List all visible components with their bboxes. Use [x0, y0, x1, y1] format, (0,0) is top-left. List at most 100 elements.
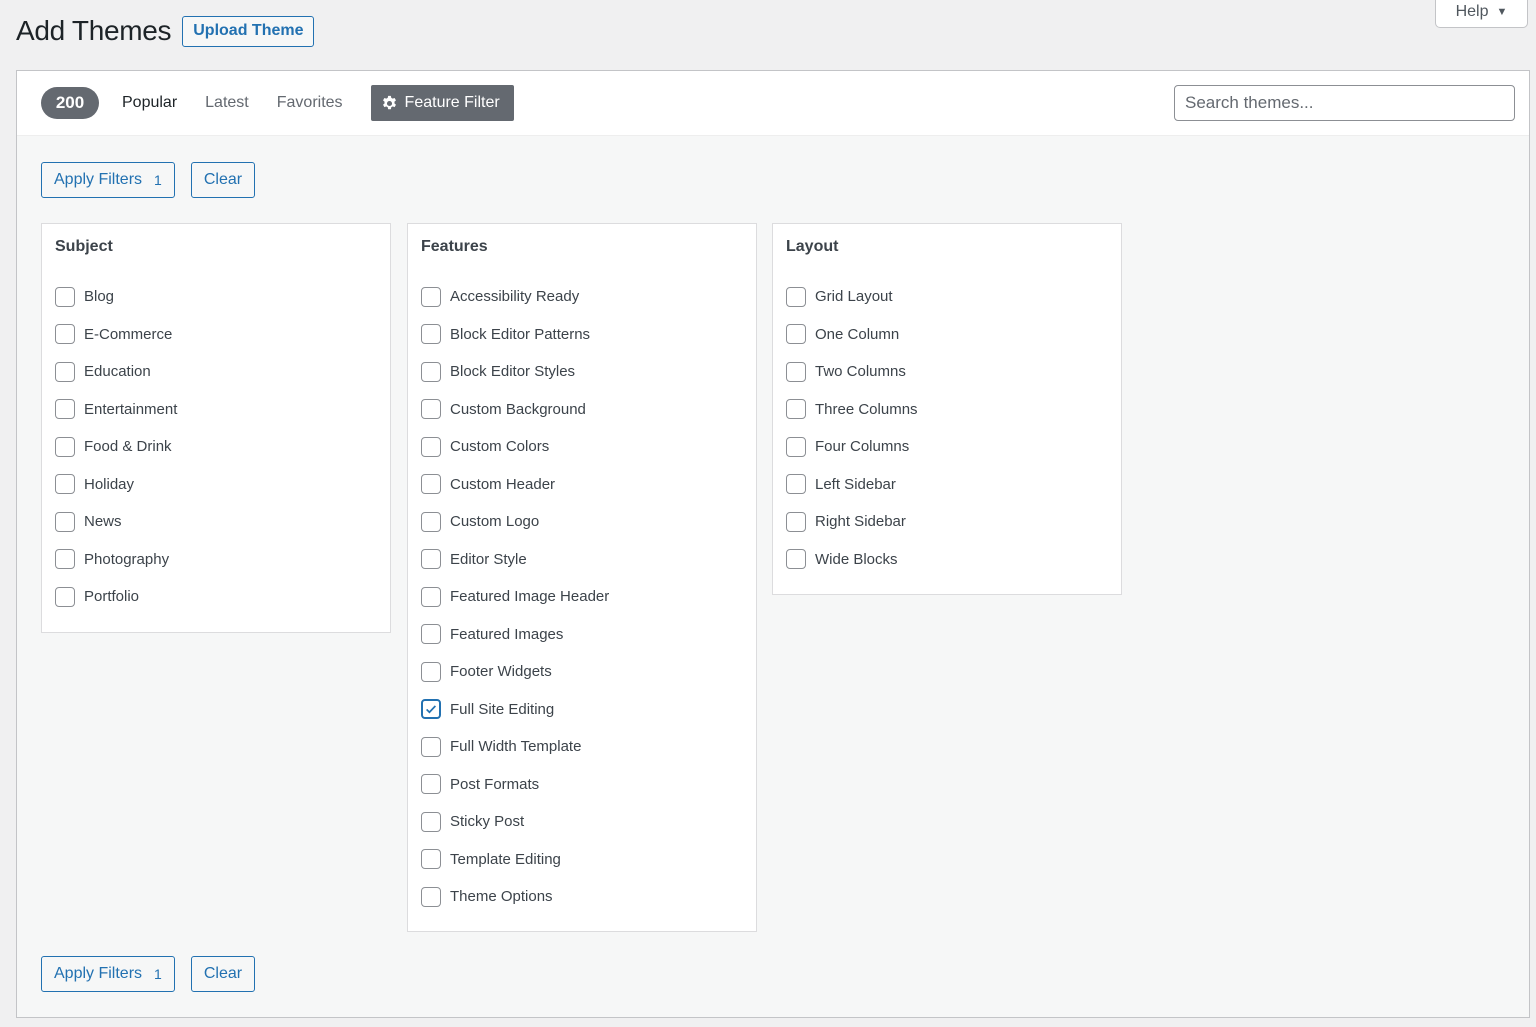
checkbox[interactable] [421, 886, 441, 907]
checkbox[interactable] [786, 549, 806, 570]
checkbox[interactable] [421, 436, 441, 457]
checkbox[interactable] [421, 399, 441, 420]
filter-option-block-editor-styles[interactable]: Block Editor Styles [421, 353, 756, 391]
filter-option-three-columns[interactable]: Three Columns [786, 391, 1121, 429]
filter-bar: 200 Popular Latest Favorites Feature Fil… [17, 71, 1529, 136]
filter-option-entertainment[interactable]: Entertainment [55, 391, 390, 429]
option-label: Two Columns [815, 363, 906, 381]
filter-option-two-columns[interactable]: Two Columns [786, 353, 1121, 391]
filter-option-full-width-template[interactable]: Full Width Template [421, 728, 756, 766]
checkbox[interactable] [786, 361, 806, 382]
option-label: Custom Colors [450, 438, 550, 456]
checkbox[interactable] [786, 436, 806, 457]
filter-option-footer-widgets[interactable]: Footer Widgets [421, 653, 756, 691]
option-label: Four Columns [815, 438, 910, 456]
filter-option-blog[interactable]: Blog [55, 278, 390, 316]
upload-theme-button[interactable]: Upload Theme [182, 15, 315, 47]
filter-option-wide-blocks[interactable]: Wide Blocks [786, 541, 1121, 579]
filter-count: 1 [154, 172, 162, 188]
filter-option-photography[interactable]: Photography [55, 541, 390, 579]
option-label: Food & Drink [84, 438, 172, 456]
option-label: Wide Blocks [815, 550, 898, 568]
checkbox[interactable] [421, 324, 441, 345]
option-label: Blog [84, 288, 115, 306]
checkbox[interactable] [421, 586, 441, 607]
checkbox[interactable] [421, 774, 441, 795]
help-button[interactable]: Help ▼ [1435, 0, 1528, 28]
filter-option-grid-layout[interactable]: Grid Layout [786, 278, 1121, 316]
checkbox[interactable] [55, 586, 75, 607]
checkbox[interactable] [55, 474, 75, 495]
checkbox[interactable] [786, 474, 806, 495]
filter-option-custom-logo[interactable]: Custom Logo [421, 503, 756, 541]
checkbox[interactable] [421, 736, 441, 757]
checkbox[interactable] [786, 511, 806, 532]
option-label: Left Sidebar [815, 475, 896, 493]
filter-option-holiday[interactable]: Holiday [55, 466, 390, 504]
gear-icon [381, 95, 398, 112]
checkbox[interactable] [55, 436, 75, 457]
checkbox[interactable] [55, 286, 75, 307]
option-label: Custom Header [450, 475, 556, 493]
apply-filters-button[interactable]: Apply Filters 1 [41, 956, 175, 992]
option-label: Footer Widgets [450, 663, 552, 681]
checkbox[interactable] [421, 624, 441, 645]
filter-option-custom-header[interactable]: Custom Header [421, 466, 756, 504]
checkbox[interactable] [55, 549, 75, 570]
checkbox[interactable] [421, 549, 441, 570]
checkbox[interactable] [55, 511, 75, 532]
filter-option-one-column[interactable]: One Column [786, 316, 1121, 354]
filter-option-education[interactable]: Education [55, 353, 390, 391]
filter-option-e-commerce[interactable]: E-Commerce [55, 316, 390, 354]
checkbox[interactable] [55, 399, 75, 420]
checkbox[interactable] [786, 324, 806, 345]
filter-option-food-drink[interactable]: Food & Drink [55, 428, 390, 466]
checkbox[interactable] [421, 474, 441, 495]
checkbox[interactable] [786, 399, 806, 420]
checkbox[interactable] [421, 849, 441, 870]
tab-latest[interactable]: Latest [205, 94, 249, 112]
tab-favorites[interactable]: Favorites [277, 94, 343, 112]
checkbox[interactable] [421, 286, 441, 307]
filter-option-sticky-post[interactable]: Sticky Post [421, 803, 756, 841]
filter-option-featured-images[interactable]: Featured Images [421, 616, 756, 654]
search-themes-input[interactable] [1174, 85, 1515, 121]
option-label: Editor Style [450, 550, 527, 568]
filter-option-left-sidebar[interactable]: Left Sidebar [786, 466, 1121, 504]
filter-option-accessibility-ready[interactable]: Accessibility Ready [421, 278, 756, 316]
filter-option-theme-options[interactable]: Theme Options [421, 878, 756, 916]
apply-filters-button[interactable]: Apply Filters 1 [41, 162, 175, 198]
checkbox[interactable] [421, 361, 441, 382]
option-label: Theme Options [450, 888, 553, 906]
filter-group-subject: Subject Blog E-Commerce Education Entertain… [41, 223, 391, 633]
filter-option-right-sidebar[interactable]: Right Sidebar [786, 503, 1121, 541]
checkbox[interactable] [421, 661, 441, 682]
tab-popular[interactable]: Popular [122, 94, 177, 112]
group-title: Layout [786, 238, 839, 255]
filter-option-block-editor-patterns[interactable]: Block Editor Patterns [421, 316, 756, 354]
filter-option-portfolio[interactable]: Portfolio [55, 578, 390, 616]
clear-filters-button[interactable]: Clear [190, 956, 256, 992]
clear-filters-button[interactable]: Clear [190, 162, 256, 198]
checkbox[interactable] [421, 511, 441, 532]
filter-option-featured-image-header[interactable]: Featured Image Header [421, 578, 756, 616]
checkbox[interactable] [786, 286, 806, 307]
checkbox[interactable] [55, 324, 75, 345]
theme-count-badge: 200 [41, 87, 99, 119]
checkbox[interactable] [55, 361, 75, 382]
page-header: Add Themes Upload Theme [16, 15, 315, 47]
filter-option-custom-background[interactable]: Custom Background [421, 391, 756, 429]
filter-option-editor-style[interactable]: Editor Style [421, 541, 756, 579]
option-label: Featured Image Header [450, 588, 610, 606]
checkbox-checked[interactable] [421, 699, 441, 720]
filter-option-template-editing[interactable]: Template Editing [421, 841, 756, 879]
checkbox[interactable] [421, 811, 441, 832]
filter-option-post-formats[interactable]: Post Formats [421, 766, 756, 804]
apply-filters-label: Apply Filters [54, 171, 143, 188]
filter-option-four-columns[interactable]: Four Columns [786, 428, 1121, 466]
feature-filter-button[interactable]: Feature Filter [370, 85, 514, 121]
filter-option-custom-colors[interactable]: Custom Colors [421, 428, 756, 466]
option-label: Education [84, 363, 151, 381]
filter-option-full-site-editing[interactable]: Full Site Editing [421, 691, 756, 729]
filter-option-news[interactable]: News [55, 503, 390, 541]
